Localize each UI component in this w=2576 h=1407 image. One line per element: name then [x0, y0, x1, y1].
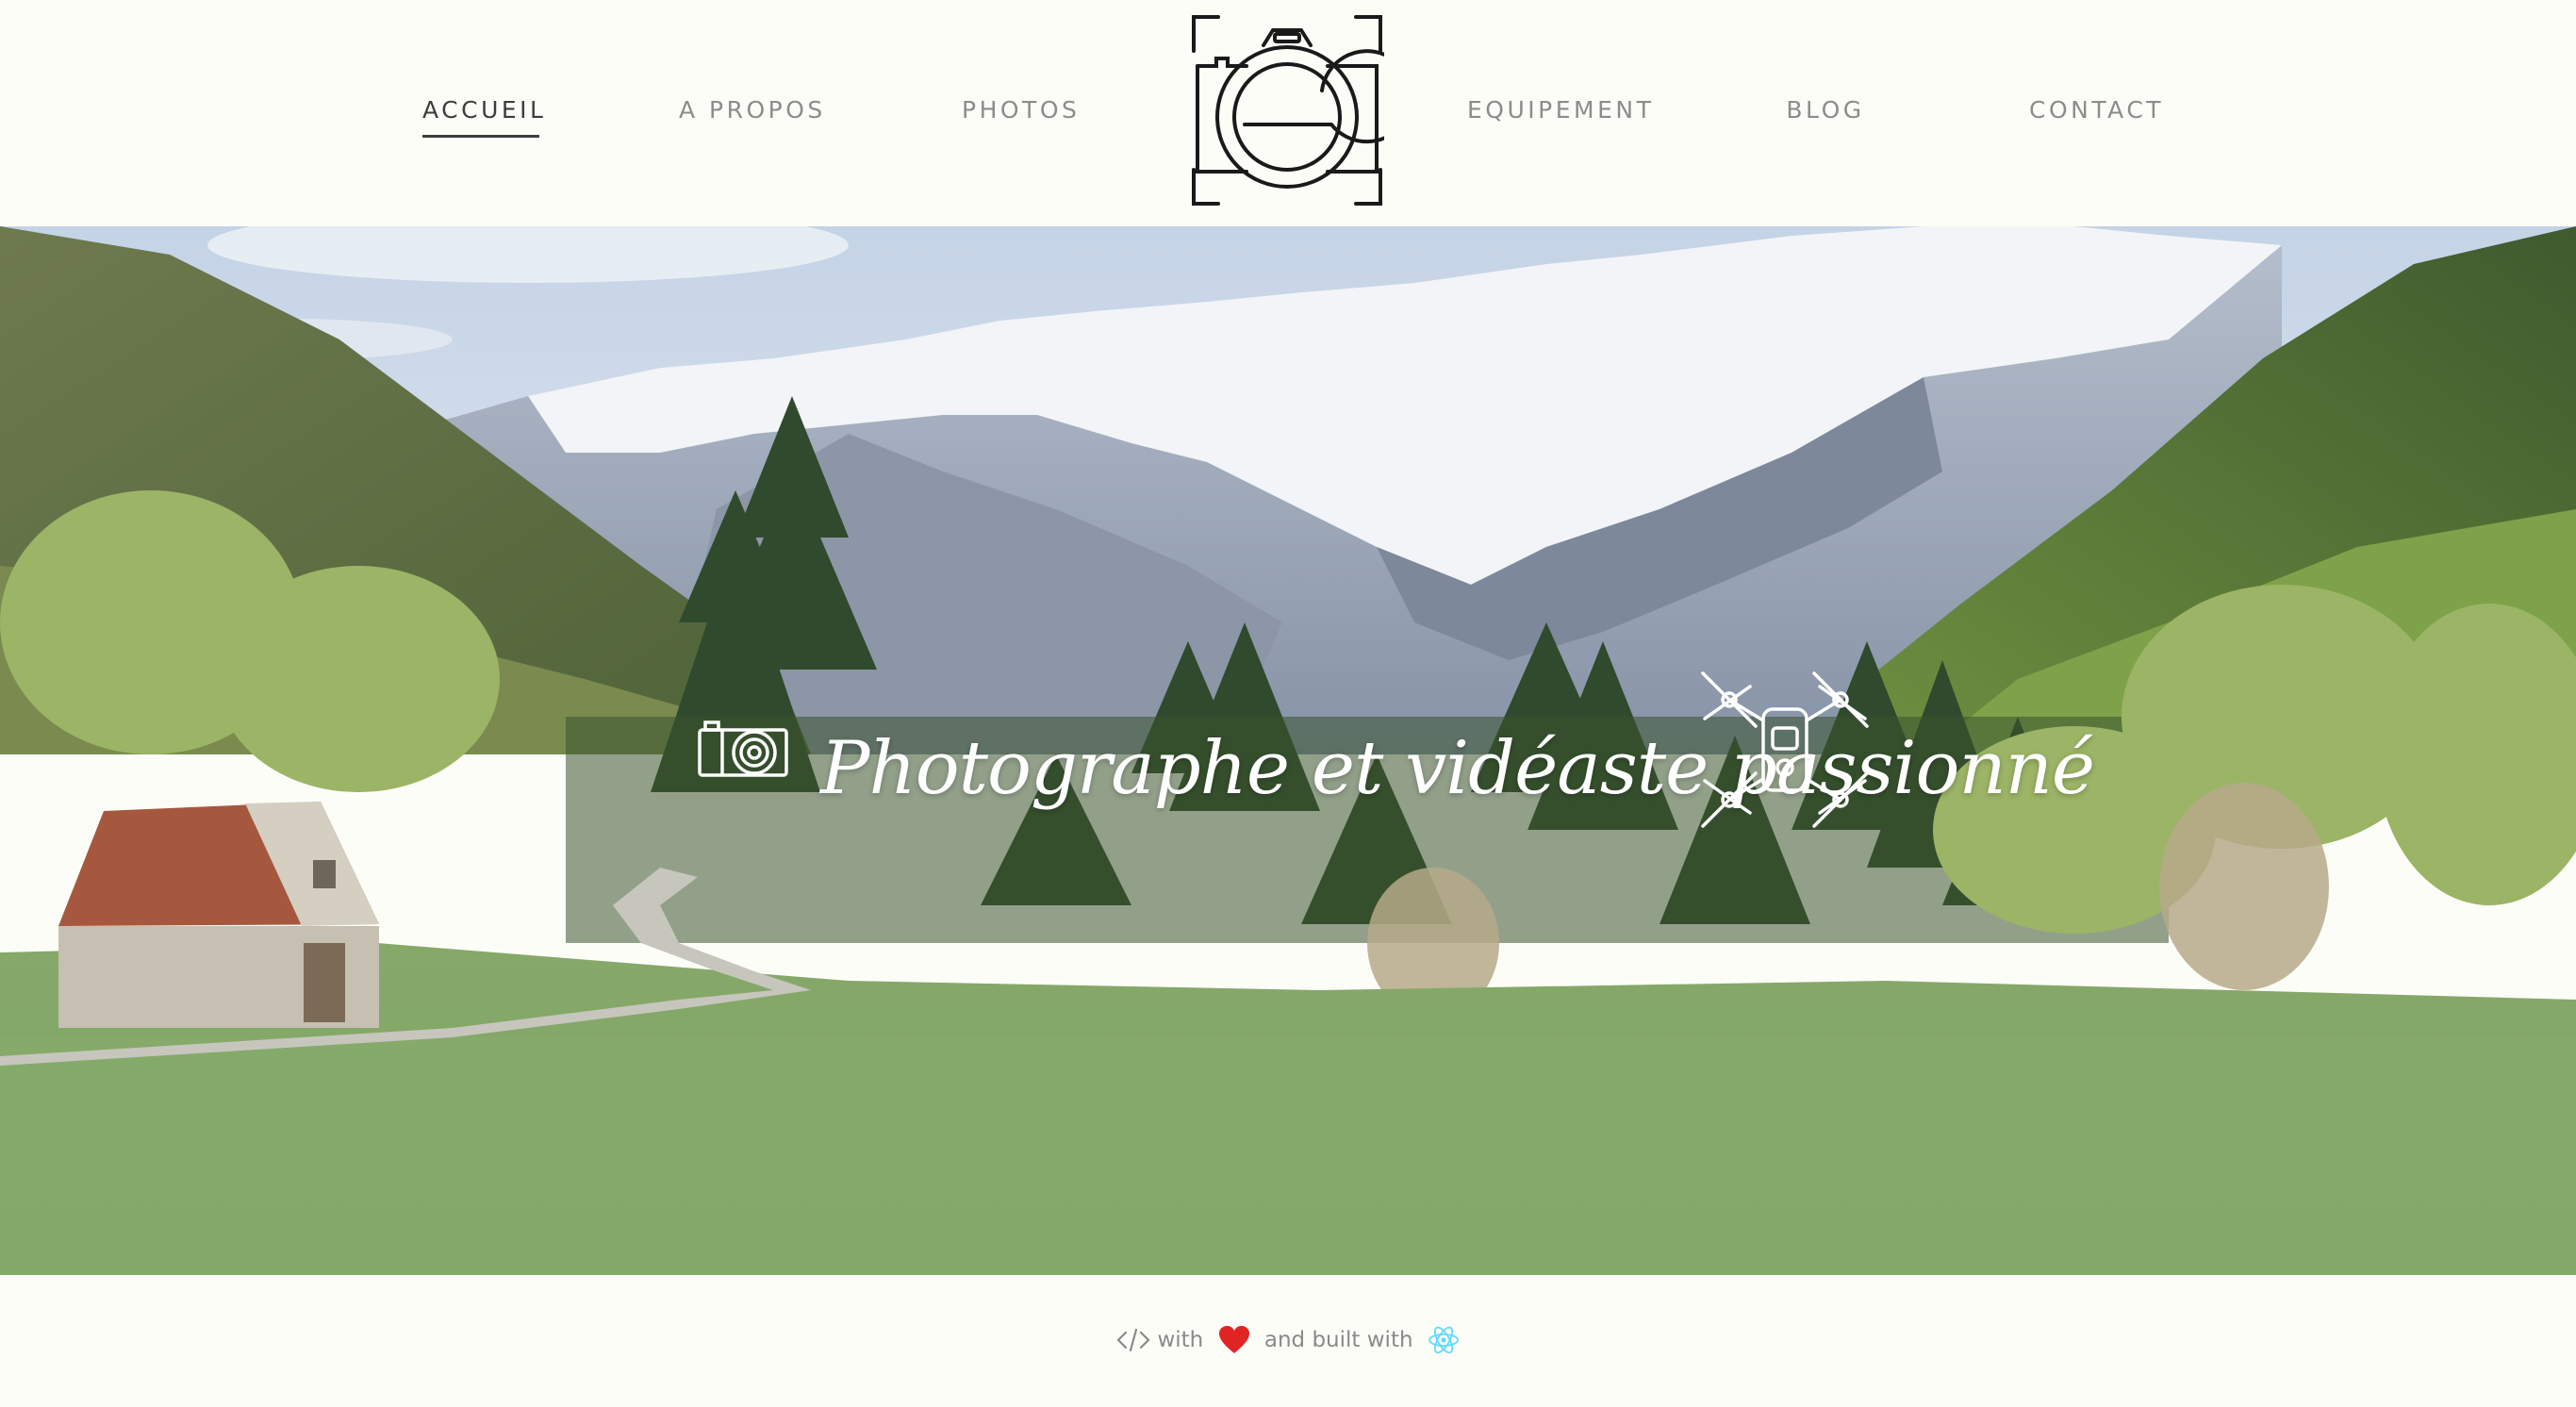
nav-item-blog[interactable]: BLOG	[1786, 96, 1865, 130]
camera-icon	[698, 717, 788, 777]
active-underline	[422, 135, 539, 138]
camera-viewfinder-logo-icon[interactable]	[1190, 13, 1414, 207]
site-header: ACCUEIL A PROPOS PHOTOS EQUIPEMENT BLOG …	[0, 0, 2576, 226]
page: ACCUEIL A PROPOS PHOTOS EQUIPEMENT BLOG …	[0, 0, 2576, 1407]
nav-item-contact[interactable]: CONTACT	[2029, 96, 2161, 130]
nav-item-equipement[interactable]: EQUIPEMENT	[1467, 96, 1651, 130]
nav-item-a-propos[interactable]: A PROPOS	[679, 96, 822, 130]
nav-item-label: ACCUEIL	[422, 96, 547, 124]
code-icon	[1116, 1327, 1150, 1353]
footer-with-text: with	[1157, 1328, 1204, 1352]
nav-item-label: PHOTOS	[962, 96, 1081, 124]
hero-tagline: Photographe et vidéaste passionné	[820, 726, 2095, 811]
nav-item-label: CONTACT	[2029, 96, 2165, 124]
footer-built-text: and built with	[1263, 1328, 1413, 1352]
drone-icon	[1697, 668, 1873, 832]
nav-item-label: BLOG	[1786, 96, 1865, 124]
nav-item-label: EQUIPEMENT	[1467, 96, 1655, 124]
nav-item-label: A PROPOS	[679, 96, 826, 124]
barn	[58, 802, 379, 1028]
nav-item-accueil[interactable]: ACCUEIL	[422, 96, 543, 138]
heart-icon	[1218, 1326, 1250, 1354]
nav-item-photos[interactable]: PHOTOS	[962, 96, 1079, 130]
react-icon[interactable]	[1428, 1324, 1460, 1356]
site-footer: with and built with	[0, 1275, 2576, 1407]
footer-credits: with and built with	[0, 1324, 2576, 1356]
hero-banner: Photographe et vidéaste passionné	[0, 226, 2576, 1275]
